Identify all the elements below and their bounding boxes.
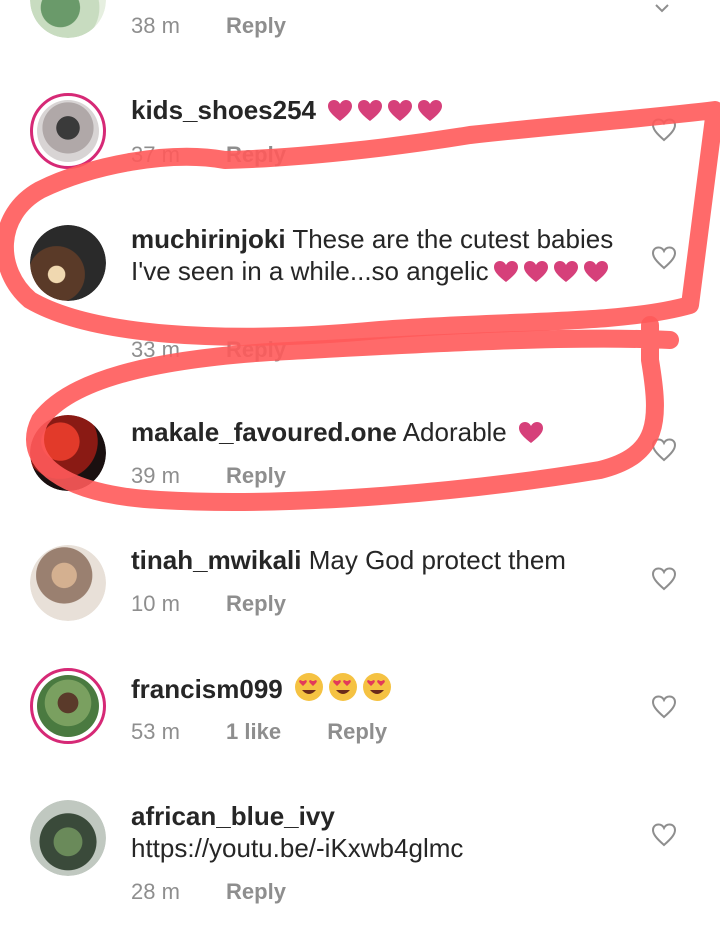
heart-eyes-emoji-icon — [362, 672, 392, 709]
comment-time: 38 m — [131, 13, 180, 38]
heart-emoji-icon — [327, 98, 353, 130]
comment-username[interactable]: kids_shoes254 — [131, 95, 316, 125]
heart-outline-icon[interactable] — [651, 117, 677, 143]
annotation-scribble — [0, 101, 720, 511]
heart-outline-icon[interactable] — [651, 245, 677, 271]
comment-time: 33 m — [131, 337, 180, 362]
chevron-down-icon — [654, 0, 670, 18]
reply-button[interactable]: Reply — [226, 591, 286, 617]
comment-body: kids_shoes254 — [131, 94, 651, 130]
heart-emoji-icon — [357, 98, 383, 130]
heart-emoji-icon — [387, 98, 413, 130]
avatar[interactable] — [30, 668, 106, 744]
reply-button[interactable]: Reply — [226, 142, 286, 168]
comment-text: Adorable — [402, 417, 507, 447]
heart-emoji-icon — [583, 259, 609, 291]
comment-link[interactable]: https://youtu.be/-iKxwb4glmc — [131, 833, 463, 863]
likes-count[interactable]: 1 like — [226, 719, 281, 745]
reply-button[interactable]: Reply — [226, 337, 286, 363]
comment-username[interactable]: african_blue_ivy — [131, 801, 335, 831]
heart-outline-icon[interactable] — [651, 694, 677, 720]
reply-button[interactable]: Reply — [327, 719, 387, 745]
avatar[interactable] — [30, 225, 106, 301]
heart-eyes-emoji-icon — [328, 672, 358, 709]
heart-emoji-icon — [417, 98, 443, 130]
comment-body: francism099 — [131, 672, 651, 709]
comment-meta: 38 m Reply — [131, 13, 286, 39]
comment-meta: 39 m Reply — [131, 463, 286, 489]
comment-username[interactable]: muchirinjoki — [131, 224, 286, 254]
comment-body: muchirinjoki These are the cutest babies… — [131, 223, 651, 291]
comment-meta: 28 m Reply — [131, 879, 286, 905]
comment-meta: 10 m Reply — [131, 591, 286, 617]
comment-meta: 37 m Reply — [131, 142, 286, 168]
avatar[interactable] — [30, 415, 106, 491]
heart-emoji-icon — [553, 259, 579, 291]
comment-meta: 53 m 1 like Reply — [131, 719, 387, 745]
avatar[interactable] — [30, 800, 106, 876]
comment-username[interactable]: makale_favoured.one — [131, 417, 397, 447]
comment-text: May God protect them — [308, 545, 566, 575]
comment-body: tinah_mwikali May God protect them — [131, 544, 651, 576]
heart-outline-icon[interactable] — [651, 822, 677, 848]
comment-body: african_blue_ivy https://youtu.be/-iKxwb… — [131, 800, 651, 864]
comment-meta: 33 m Reply — [131, 337, 286, 363]
comment-time: 28 m — [131, 879, 180, 904]
heart-outline-icon[interactable] — [651, 437, 677, 463]
heart-emoji-icon — [523, 259, 549, 291]
reply-button[interactable]: Reply — [226, 879, 286, 905]
avatar[interactable] — [30, 545, 106, 621]
heart-eyes-emoji-icon — [294, 672, 324, 709]
comment-time: 37 m — [131, 142, 180, 167]
comment-username[interactable]: francism099 — [131, 674, 283, 704]
reply-button[interactable]: Reply — [226, 13, 286, 39]
heart-outline-icon[interactable] — [651, 566, 677, 592]
avatar[interactable] — [30, 0, 106, 38]
avatar[interactable] — [30, 93, 106, 169]
comment-username[interactable]: tinah_mwikali — [131, 545, 302, 575]
comment-time: 10 m — [131, 591, 180, 616]
comment-body: makale_favoured.one Adorable — [131, 416, 651, 452]
comment-time: 39 m — [131, 463, 180, 488]
reply-button[interactable]: Reply — [226, 463, 286, 489]
heart-emoji-icon — [518, 420, 544, 452]
comment-time: 53 m — [131, 719, 180, 744]
heart-emoji-icon — [493, 259, 519, 291]
